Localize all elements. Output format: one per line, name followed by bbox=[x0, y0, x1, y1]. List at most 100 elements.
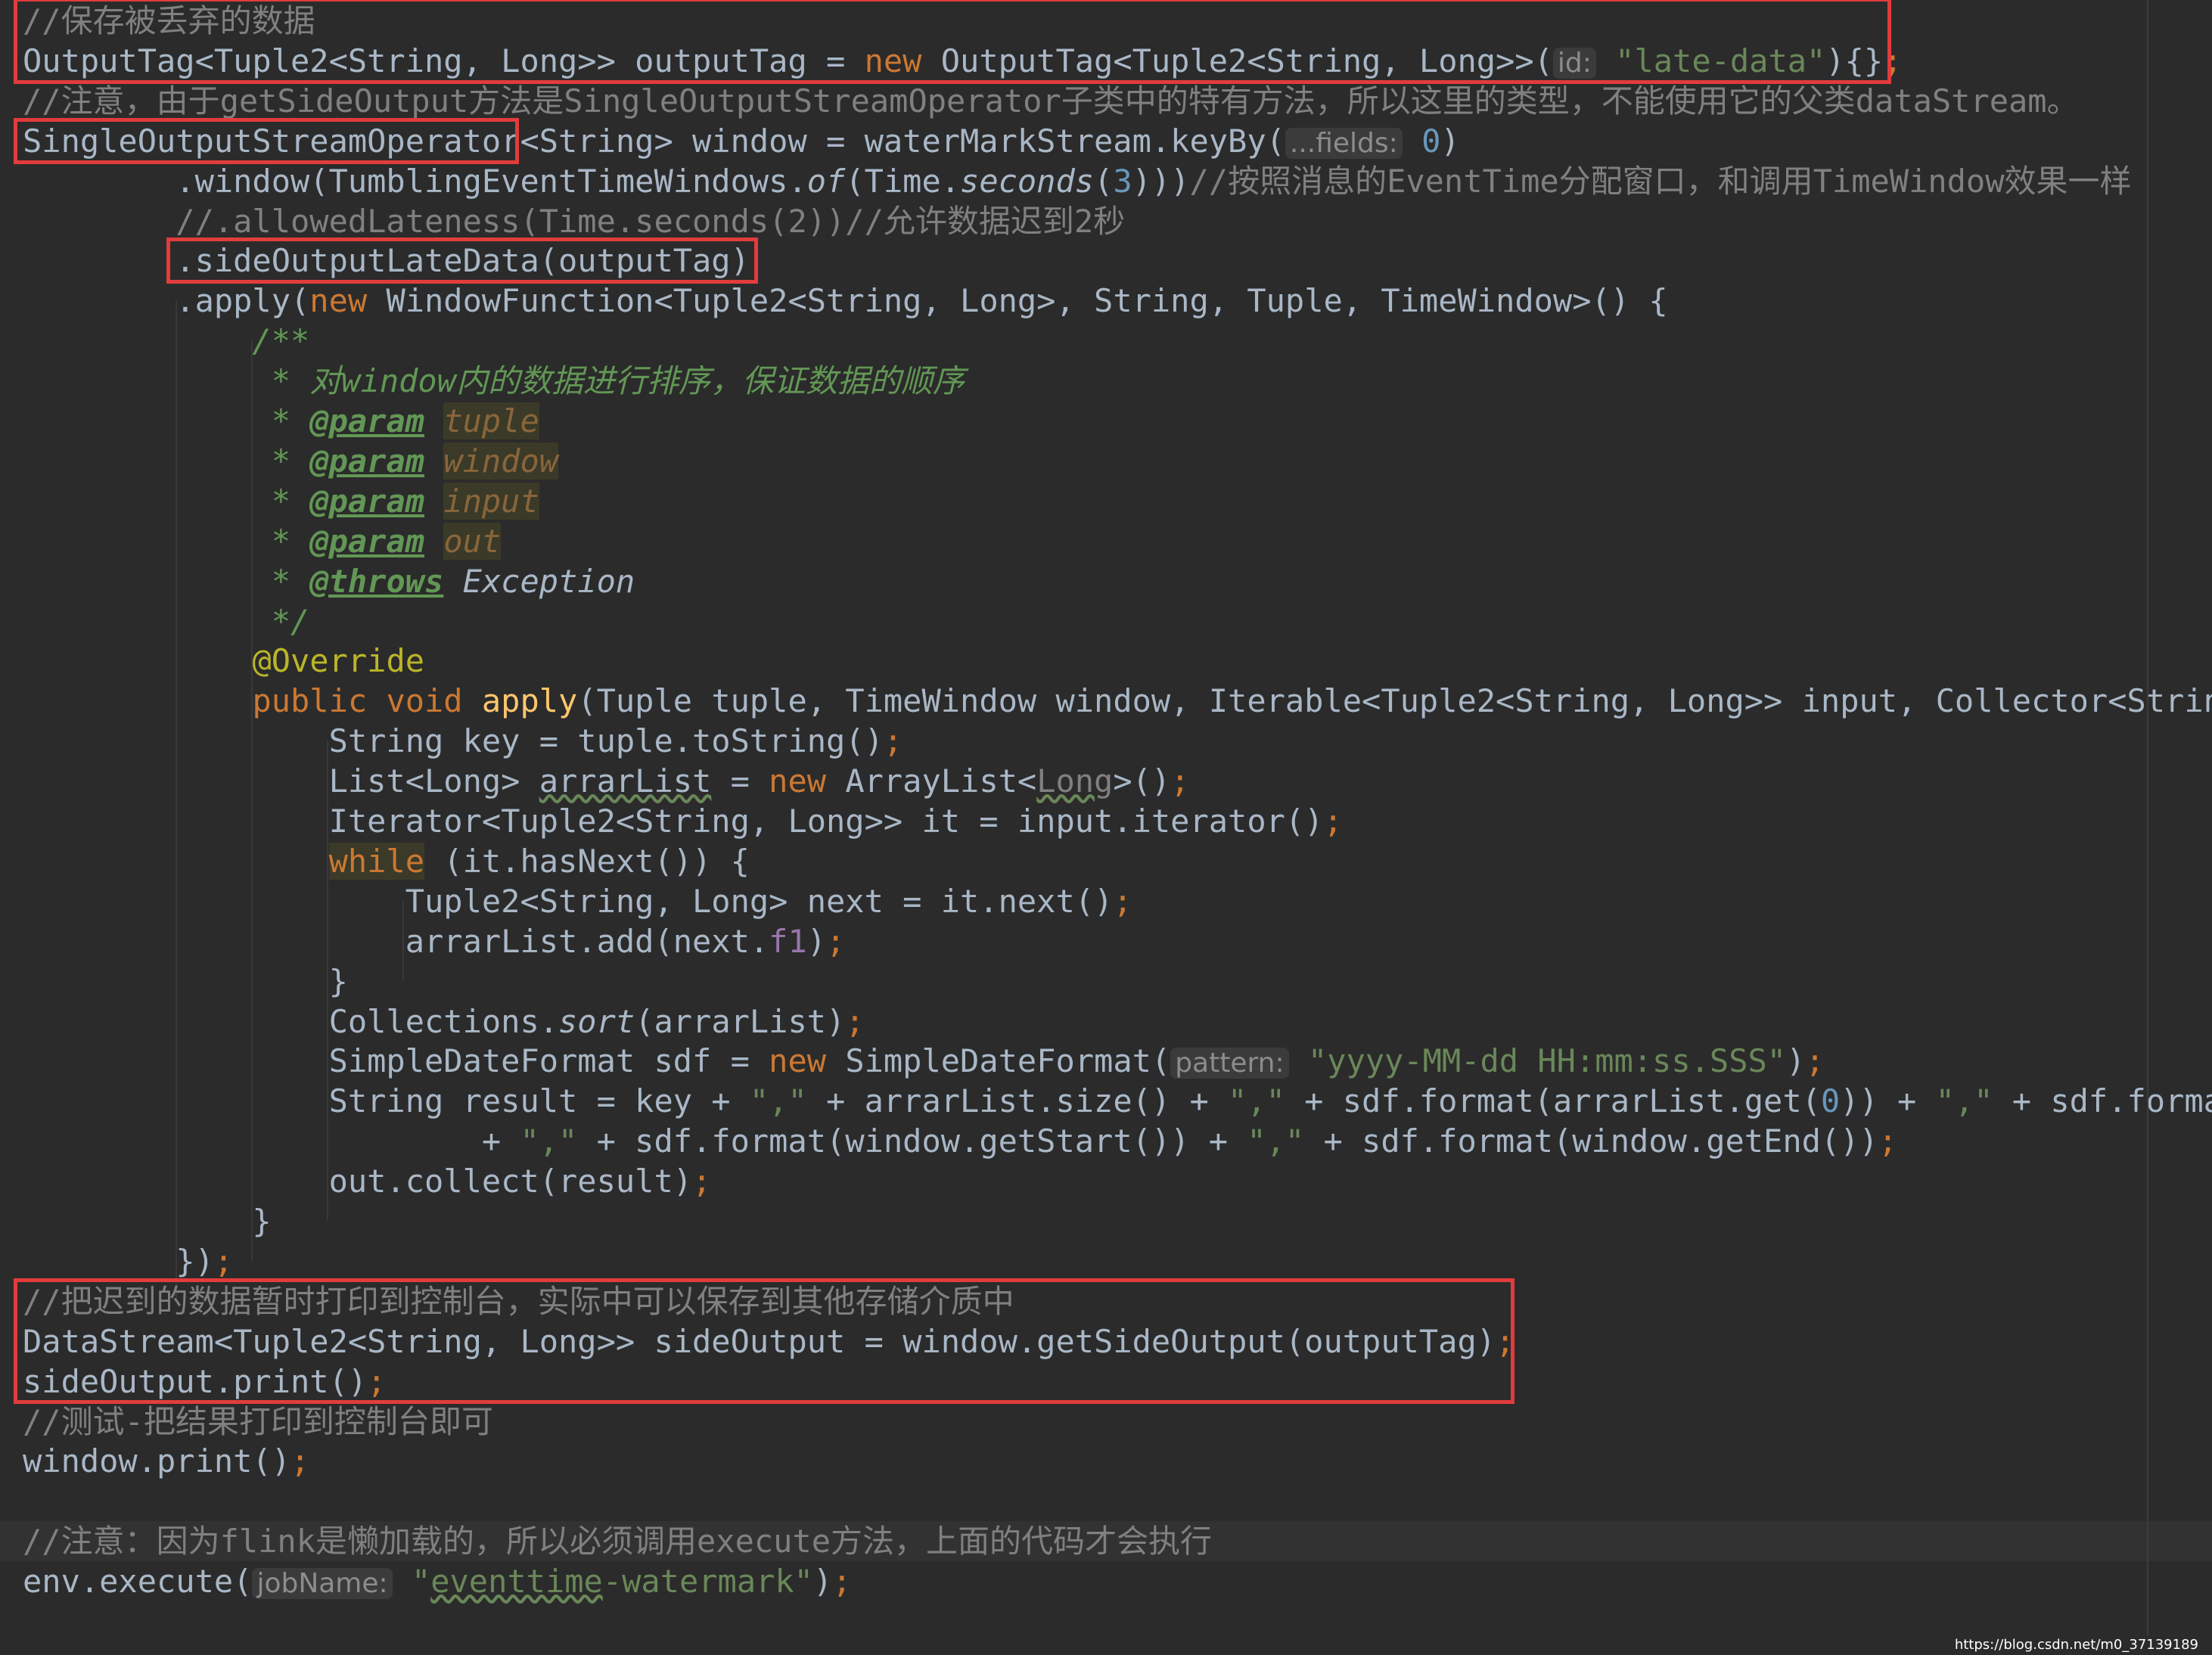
code-line[interactable]: //测试-把结果打印到控制台即可 bbox=[0, 1402, 2212, 1442]
code-line[interactable]: while (it.hasNext()) { bbox=[0, 841, 2212, 881]
code-token: "," bbox=[1228, 1082, 1285, 1120]
code-line[interactable]: String key = tuple.toString(); bbox=[0, 721, 2212, 761]
code-line[interactable]: List<Long> arrarList = new ArrayList<Lon… bbox=[0, 761, 2212, 801]
code-token: (arrarList) bbox=[635, 1002, 846, 1040]
code-line[interactable]: .window(TumblingEventTimeWindows.of(Time… bbox=[0, 161, 2212, 201]
parameter-hint: jobName: bbox=[252, 1568, 393, 1600]
code-token: ; bbox=[1170, 762, 1190, 800]
code-token: out bbox=[443, 522, 502, 560]
code-token: + bbox=[23, 1122, 520, 1160]
code-line[interactable]: SimpleDateFormat sdf = new SimpleDateFor… bbox=[0, 1041, 2212, 1081]
code-token: ; bbox=[826, 922, 846, 960]
code-token: WindowFunction<Tuple2<String, Long>, Str… bbox=[386, 282, 1668, 320]
code-editor[interactable]: //保存被丢弃的数据 OutputTag<Tuple2<String, Long>… bbox=[0, 0, 2212, 1655]
code-token: ) bbox=[1440, 122, 1460, 160]
code-token: (Tuple tuple, TimeWindow window, Iterabl… bbox=[577, 682, 2212, 720]
code-token: "yyyy-MM-dd HH:mm:ss.SSS" bbox=[1288, 1042, 1787, 1080]
code-token: */ bbox=[23, 602, 310, 640]
code-line[interactable]: //.allowedLateness(Time.seconds(2))//允许数… bbox=[0, 201, 2212, 241]
code-token: SimpleDateFormat sdf = bbox=[23, 1042, 769, 1080]
code-line[interactable]: .apply(new WindowFunction<Tuple2<String,… bbox=[0, 281, 2212, 321]
code-token: .apply( bbox=[23, 282, 310, 320]
code-token: env.execute( bbox=[23, 1563, 253, 1601]
code-line[interactable]: String result = key + "," + arrarList.si… bbox=[0, 1081, 2212, 1121]
code-line[interactable]: + "," + sdf.format(window.getStart()) + … bbox=[0, 1121, 2212, 1161]
code-token: //按照消息的EventTime分配窗口，和调用TimeWindow效果一样 bbox=[1189, 162, 2132, 200]
parameter-hint: ...fields: bbox=[1285, 127, 1403, 159]
code-line[interactable]: * @param tuple bbox=[0, 401, 2212, 441]
code-token: -watermark" bbox=[602, 1563, 813, 1601]
code-token: * 对window内的数据进行排序，保证数据的顺序 bbox=[23, 362, 965, 400]
code-token: .window(TumblingEventTimeWindows. bbox=[23, 162, 807, 200]
code-token: window bbox=[443, 442, 559, 480]
code-token: (Time. bbox=[845, 162, 961, 200]
code-token: ))) bbox=[1132, 162, 1190, 200]
code-token: + sdf.format bbox=[2012, 1082, 2212, 1120]
code-line[interactable]: * 对window内的数据进行排序，保证数据的顺序 bbox=[0, 361, 2212, 401]
code-line[interactable]: //注意：因为flink是懒加载的，所以必须调用execute方法，上面的代码才… bbox=[0, 1521, 2212, 1562]
code-token: ) bbox=[1786, 1042, 1806, 1080]
code-token: //测试-把结果打印到控制台即可 bbox=[23, 1402, 493, 1440]
code-token: ; bbox=[1805, 1042, 1825, 1080]
code-line[interactable]: }); bbox=[0, 1241, 2212, 1281]
code-line[interactable]: * @param window bbox=[0, 441, 2212, 481]
code-token: String key = tuple.toString() bbox=[23, 722, 884, 760]
code-line[interactable]: * @param out bbox=[0, 521, 2212, 561]
code-token: Iterator<Tuple2<String, Long>> it = inpu… bbox=[23, 803, 1324, 840]
code-token: ; bbox=[845, 1002, 865, 1040]
code-line[interactable]: */ bbox=[0, 601, 2212, 641]
code-line[interactable]: Iterator<Tuple2<String, Long>> it = inpu… bbox=[0, 801, 2212, 841]
code-token: Long bbox=[1036, 762, 1114, 800]
code-token: } bbox=[23, 962, 348, 1000]
code-line[interactable]: * @param input bbox=[0, 481, 2212, 521]
code-token: * bbox=[23, 482, 310, 520]
code-token: "," bbox=[1247, 1122, 1305, 1160]
code-token: ; bbox=[1113, 882, 1132, 920]
code-token: "," bbox=[520, 1122, 578, 1160]
code-token: @Override bbox=[252, 642, 425, 680]
code-token: f1 bbox=[769, 922, 807, 960]
code-token: //注意：因为flink是懒加载的，所以必须调用execute方法，上面的代码才… bbox=[23, 1523, 1213, 1560]
code-line[interactable]: window.print(); bbox=[0, 1441, 2212, 1481]
code-line[interactable]: public void apply(Tuple tuple, TimeWindo… bbox=[0, 681, 2212, 721]
code-token: new bbox=[769, 762, 846, 800]
code-line[interactable]: Collections.sort(arrarList); bbox=[0, 1001, 2212, 1042]
code-token: " bbox=[392, 1563, 431, 1601]
code-token: //.allowedLateness(Time.seconds(2))//允许数… bbox=[23, 202, 1126, 240]
parameter-hint: pattern: bbox=[1170, 1048, 1289, 1079]
code-line[interactable]: } bbox=[0, 1201, 2212, 1241]
code-token: } bbox=[23, 1203, 272, 1240]
code-token: + arrarList.size() + bbox=[806, 1082, 1229, 1120]
code-token: = bbox=[711, 762, 769, 800]
code-line[interactable]: out.collect(result); bbox=[0, 1161, 2212, 1201]
code-line[interactable]: //注意，由于getSideOutput方法是SingleOutputStrea… bbox=[0, 81, 2212, 121]
code-line[interactable]: * @throws Exception bbox=[0, 561, 2212, 601]
code-token: new bbox=[309, 282, 387, 320]
code-token: @param bbox=[309, 402, 425, 439]
code-token: * bbox=[23, 562, 310, 600]
code-token: (it.hasNext()) { bbox=[424, 842, 750, 880]
code-token: SimpleDateFormat( bbox=[845, 1042, 1171, 1080]
code-token: 0 bbox=[1402, 122, 1441, 160]
code-token: @param bbox=[309, 522, 425, 560]
code-token: arrarList.add(next. bbox=[23, 922, 769, 960]
code-line[interactable]: @Override bbox=[0, 641, 2212, 681]
code-line[interactable]: env.execute(jobName: "eventtime-watermar… bbox=[0, 1561, 2212, 1601]
code-token: String result = key + bbox=[23, 1082, 750, 1120]
scrollbar-track[interactable] bbox=[2147, 0, 2148, 1655]
code-line[interactable] bbox=[0, 1481, 2212, 1521]
code-token: )) + bbox=[1840, 1082, 1936, 1120]
code-line[interactable]: arrarList.add(next.f1); bbox=[0, 921, 2212, 961]
code-line[interactable]: } bbox=[0, 961, 2212, 1001]
code-token: apply bbox=[481, 682, 578, 720]
code-token: //注意，由于getSideOutput方法是SingleOutputStrea… bbox=[23, 82, 2079, 120]
code-line[interactable]: Tuple2<String, Long> next = it.next(); bbox=[0, 881, 2212, 921]
code-line[interactable]: /** bbox=[0, 321, 2212, 361]
code-token: ; bbox=[692, 1163, 712, 1200]
code-token: ; bbox=[883, 722, 903, 760]
code-token: tuple bbox=[443, 402, 539, 439]
code-token: >() bbox=[1113, 762, 1171, 800]
